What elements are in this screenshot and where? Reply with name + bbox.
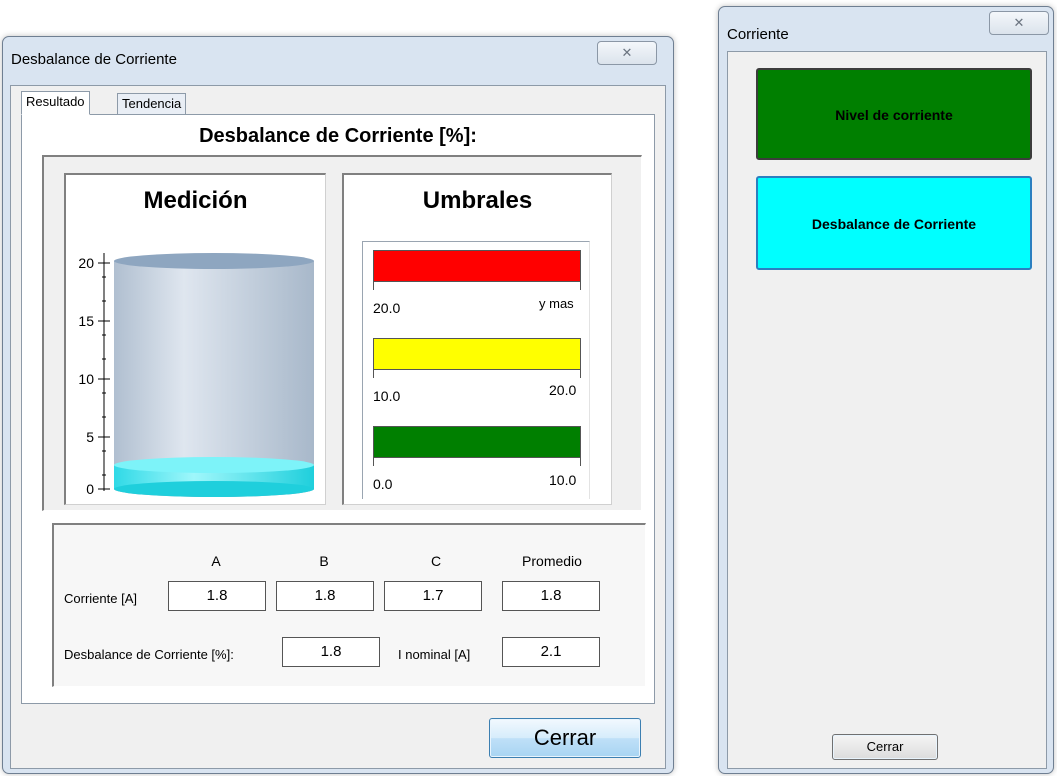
column-header-a: A xyxy=(211,553,221,569)
window-title: Corriente xyxy=(727,26,789,43)
current-label: Corriente [A] xyxy=(64,591,137,606)
values-group: A B C Promedio Corriente [A] 1.8 1.8 1.7… xyxy=(52,523,646,687)
threshold-band-mid: 10.0 20.0 xyxy=(373,338,581,404)
window-client-area: Nivel de corriente Desbalance de Corrien… xyxy=(727,51,1047,769)
close-icon[interactable]: ✕ xyxy=(597,41,657,65)
cylinder-gauge: 20 15 10 5 0 xyxy=(78,253,314,497)
nominal-current-label: I nominal [A] xyxy=(398,647,471,662)
unbalance-field: 1.8 xyxy=(282,637,380,667)
close-icon[interactable]: ✕ xyxy=(989,11,1049,35)
page-title: Desbalance de Corriente [%]: xyxy=(199,125,477,147)
tab-resultado[interactable]: Resultado xyxy=(21,91,90,115)
tab-label: Resultado xyxy=(26,94,85,109)
cylinder-top xyxy=(114,253,314,269)
unbalance-label: Desbalance de Corriente [%]: xyxy=(64,647,234,662)
threshold-band-high: 20.0 y mas xyxy=(373,250,581,316)
band-low-label: 10.0 xyxy=(373,388,401,404)
cylinder-body xyxy=(114,261,314,489)
current-unbalance-button[interactable]: Desbalance de Corriente xyxy=(756,176,1032,270)
axis-tick-label: 10 xyxy=(78,371,94,387)
axis-tick-label: 5 xyxy=(86,429,94,445)
band-high-label: y mas xyxy=(539,296,574,311)
threshold-band-low: 0.0 10.0 xyxy=(373,426,581,492)
measurement-panel: Medición 20 15 10 5 0 xyxy=(64,173,326,505)
band-color xyxy=(373,250,581,282)
band-high-label: 10.0 xyxy=(549,472,577,488)
current-c-field: 1.7 xyxy=(384,581,482,611)
current-a-field: 1.8 xyxy=(168,581,266,611)
gauges-group: Medición 20 15 10 5 0 Umbrales 20.0 y ma… xyxy=(42,155,642,511)
thresholds-area: 20.0 y mas 10.0 20.0 0.0 10.0 xyxy=(362,241,590,499)
band-color xyxy=(373,426,581,458)
tab-panel-resultado: Desbalance de Corriente [%]: Medición 20… xyxy=(21,114,655,704)
band-high-label: 20.0 xyxy=(549,382,577,398)
current-average-field: 1.8 xyxy=(502,581,600,611)
thresholds-panel: Umbrales 20.0 y mas 10.0 20.0 0.0 10.0 xyxy=(342,173,612,505)
current-b-field: 1.8 xyxy=(276,581,374,611)
close-button[interactable]: Cerrar xyxy=(489,718,641,758)
thresholds-title: Umbrales xyxy=(422,187,533,214)
column-header-c: C xyxy=(430,553,442,569)
tab-tendencia[interactable]: Tendencia xyxy=(117,93,187,115)
window-title: Desbalance de Corriente xyxy=(11,51,177,68)
column-header-average: Promedio xyxy=(522,553,582,569)
current-window: Corriente ✕ Nivel de corriente Desbalanc… xyxy=(718,6,1054,774)
axis-tick-label: 20 xyxy=(78,255,94,271)
nominal-current-field: 2.1 xyxy=(502,637,600,667)
axis-tick-label: 0 xyxy=(86,481,94,497)
axis-tick-label: 15 xyxy=(78,313,94,329)
column-header-b: B xyxy=(319,553,329,569)
band-color xyxy=(373,338,581,370)
window-client-area: Resultado Tendencia Desbalance de Corrie… xyxy=(10,85,666,769)
tab-label: Tendencia xyxy=(122,96,182,111)
band-low-label: 20.0 xyxy=(373,300,401,316)
unbalance-window: Desbalance de Corriente ✕ Resultado Tend… xyxy=(2,36,674,774)
current-level-button[interactable]: Nivel de corriente xyxy=(756,68,1032,160)
band-low-label: 0.0 xyxy=(373,476,393,492)
cylinder-fill-level xyxy=(114,457,314,497)
close-button[interactable]: Cerrar xyxy=(832,734,938,760)
